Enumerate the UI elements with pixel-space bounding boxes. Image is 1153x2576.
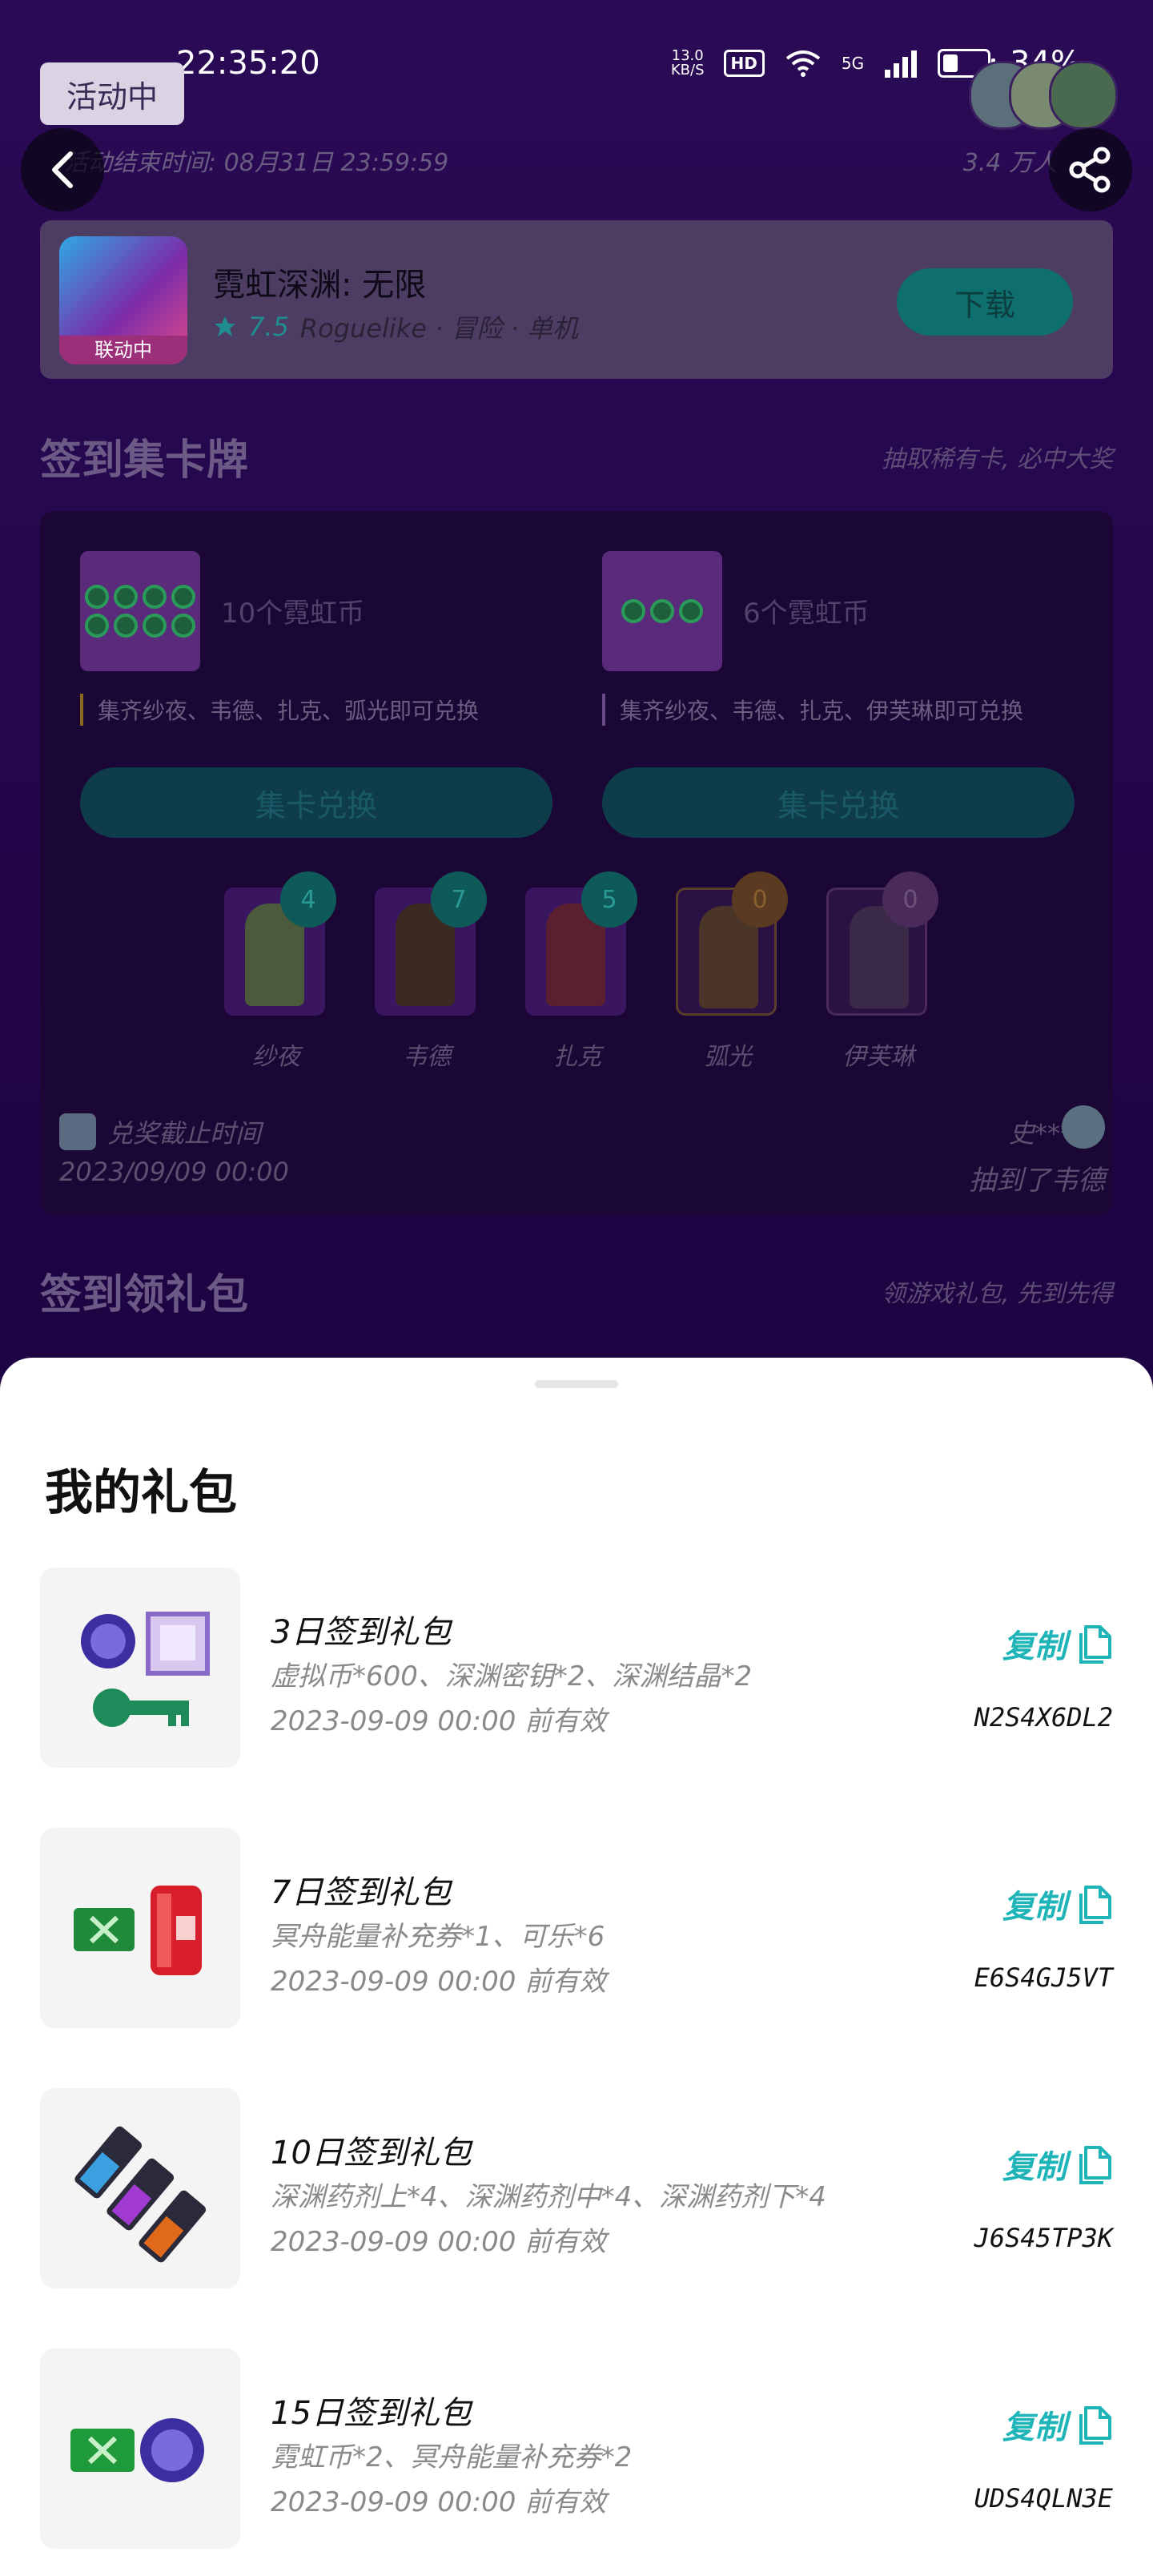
activity-end-time: 活动结束时间: 08月31日 23:59:59 [64, 149, 449, 177]
section-subtitle-sign-cards: 抽取稀有卡, 必中大奖 [881, 445, 1113, 473]
character-name: 弧光 [704, 1043, 752, 1071]
download-button[interactable]: 下载 [897, 268, 1073, 336]
share-icon [1069, 147, 1111, 193]
gift-expiry: 2023-09-09 00:00 前有效 [271, 2226, 607, 2258]
copy-button[interactable]: 复制 [1002, 1620, 1113, 1667]
gift-name: 10日签到礼包 [271, 2135, 472, 2171]
gift-code: N2S4X6DL2 [974, 1702, 1113, 1733]
participant-avatars [969, 61, 1118, 130]
game-title: 霓虹深渊: 无限 [213, 267, 427, 304]
exchange-button[interactable]: 集卡兑换 [80, 767, 552, 838]
redeem-deadline-label: 兑奖截止时间 [59, 1113, 261, 1150]
copy-button[interactable]: 复制 [1002, 2401, 1113, 2448]
game-card[interactable]: 联动中 霓虹深渊: 无限 7.5 Roguelike · 冒险 · 单机 下载 [40, 220, 1113, 379]
copy-icon [1079, 1625, 1111, 1664]
card-count-badge: 7 [431, 871, 487, 928]
game-rating: 7.5 [248, 312, 289, 342]
game-tags: Roguelike · 冒险 · 单机 [299, 313, 579, 344]
copy-icon [1079, 2146, 1111, 2184]
gift-contents: 虚拟币*600、深渊密钥*2、深渊结晶*2 [271, 1660, 753, 1693]
coin-icon [80, 551, 200, 671]
character-name: 伊芙琳 [842, 1043, 914, 1071]
gift-name: 7日签到礼包 [271, 1874, 452, 1911]
drag-handle[interactable] [535, 1380, 618, 1388]
gift-items-icon [74, 2126, 207, 2263]
card-count-badge: 4 [280, 871, 336, 928]
reward-description: 集齐纱夜、韦德、扎克、弧光即可兑换 [80, 694, 479, 726]
reward-name: 6个霓虹币 [743, 598, 870, 630]
card-collection-panel: 10个霓虹币 集齐纱夜、韦德、扎克、弧光即可兑换 集卡兑换 6个霓虹币 集齐纱夜… [40, 511, 1113, 1214]
gift-name: 3日签到礼包 [271, 1614, 452, 1651]
star-icon [215, 316, 235, 336]
gift-items-icon [70, 2418, 204, 2482]
network-type: 5G [841, 54, 865, 73]
section-title-sign-gifts: 签到领礼包 [40, 1271, 249, 1319]
back-button[interactable] [21, 128, 104, 211]
signal-icon [885, 50, 918, 78]
gift-item-icon [40, 2349, 240, 2549]
game-meta: 7.5 Roguelike · 冒险 · 单机 [213, 308, 578, 345]
gift-code: J6S45TP3K [974, 2223, 1113, 2253]
gift-item: 7日签到礼包 冥舟能量补充券*1、可乐*6 2023-09-09 00:00 前… [40, 1828, 1113, 2028]
winner-text: 抽到了韦德 [969, 1165, 1105, 1197]
gift-expiry: 2023-09-09 00:00 前有效 [271, 1705, 607, 1737]
gift-item-icon [40, 1828, 240, 2028]
character-name: 韦德 [403, 1043, 451, 1071]
gift-name: 15日签到礼包 [271, 2395, 472, 2432]
game-icon: 联动中 [59, 236, 187, 364]
gift-item: 10日签到礼包 深渊药剂上*4、深渊药剂中*4、深渊药剂下*4 2023-09-… [40, 2088, 1113, 2288]
calendar-icon [59, 1113, 96, 1150]
activity-status-badge: 活动中 [40, 62, 184, 125]
character-card-row: 4 纱夜 7 韦德 5 扎克 0 弧光 0 伊芙琳 [224, 871, 1009, 1096]
copy-icon [1079, 1886, 1111, 1924]
reward-description: 集齐纱夜、韦德、扎克、伊芙琳即可兑换 [602, 694, 1023, 726]
participant-count: 3.4 万人 [962, 149, 1057, 177]
wifi-icon [785, 50, 821, 77]
gift-code: UDS4QLN3E [974, 2483, 1113, 2514]
section-subtitle-sign-gifts: 领游戏礼包, 先到先得 [881, 1280, 1113, 1308]
copy-button[interactable]: 复制 [1002, 1881, 1113, 1927]
gift-expiry: 2023-09-09 00:00 前有效 [271, 1966, 607, 1998]
avatar [1062, 1105, 1105, 1149]
sheet-title: 我的礼包 [45, 1465, 237, 1521]
avatar [1049, 61, 1118, 130]
gift-items-icon [81, 1612, 210, 1727]
copy-icon [1079, 2406, 1111, 2445]
gift-item: 15日签到礼包 霓虹币*2、冥舟能量补充券*2 2023-09-09 00:00… [40, 2349, 1113, 2549]
copy-button[interactable]: 复制 [1002, 2141, 1113, 2188]
net-speed: 13.0 KB/S [670, 47, 705, 78]
gift-item-icon [40, 2088, 240, 2288]
exchange-button[interactable]: 集卡兑换 [602, 767, 1075, 838]
gift-contents: 冥舟能量补充券*1、可乐*6 [271, 1921, 605, 1953]
card-count-badge: 0 [732, 871, 788, 928]
gift-contents: 深渊药剂上*4、深渊药剂中*4、深渊药剂下*4 [271, 2181, 826, 2213]
hd-icon: HD [723, 50, 765, 77]
coin-icon [602, 551, 722, 671]
redeem-deadline-value: 2023/09/09 00:00 [59, 1157, 289, 1187]
character-name: 纱夜 [252, 1043, 300, 1071]
my-gifts-sheet: 我的礼包 3日签到礼包 虚拟币*600、深渊密钥*2、深渊结晶*2 2023-0… [0, 1358, 1153, 2576]
gift-item: 3日签到礼包 虚拟币*600、深渊密钥*2、深渊结晶*2 2023-09-09 … [40, 1568, 1113, 1768]
chevron-left-icon [52, 151, 73, 188]
share-button[interactable] [1049, 128, 1132, 211]
card-count-badge: 0 [882, 871, 938, 928]
reward-name: 10个霓虹币 [221, 598, 365, 630]
gift-expiry: 2023-09-09 00:00 前有效 [271, 2486, 607, 2518]
status-time: 22:35:20 [176, 45, 320, 82]
gift-item-icon [40, 1568, 240, 1768]
activity-page: 22:35:20 13.0 KB/S HD 5G 34% [0, 0, 1153, 1378]
gift-contents: 霓虹币*2、冥舟能量补充券*2 [271, 2441, 633, 2473]
card-count-badge: 5 [581, 871, 637, 928]
section-title-sign-cards: 签到集卡牌 [40, 437, 249, 485]
gift-code: E6S4GJ5VT [974, 1962, 1113, 1993]
gift-items-icon [74, 1886, 202, 1975]
character-name: 扎克 [553, 1043, 601, 1071]
game-icon-tag: 联动中 [59, 336, 187, 364]
